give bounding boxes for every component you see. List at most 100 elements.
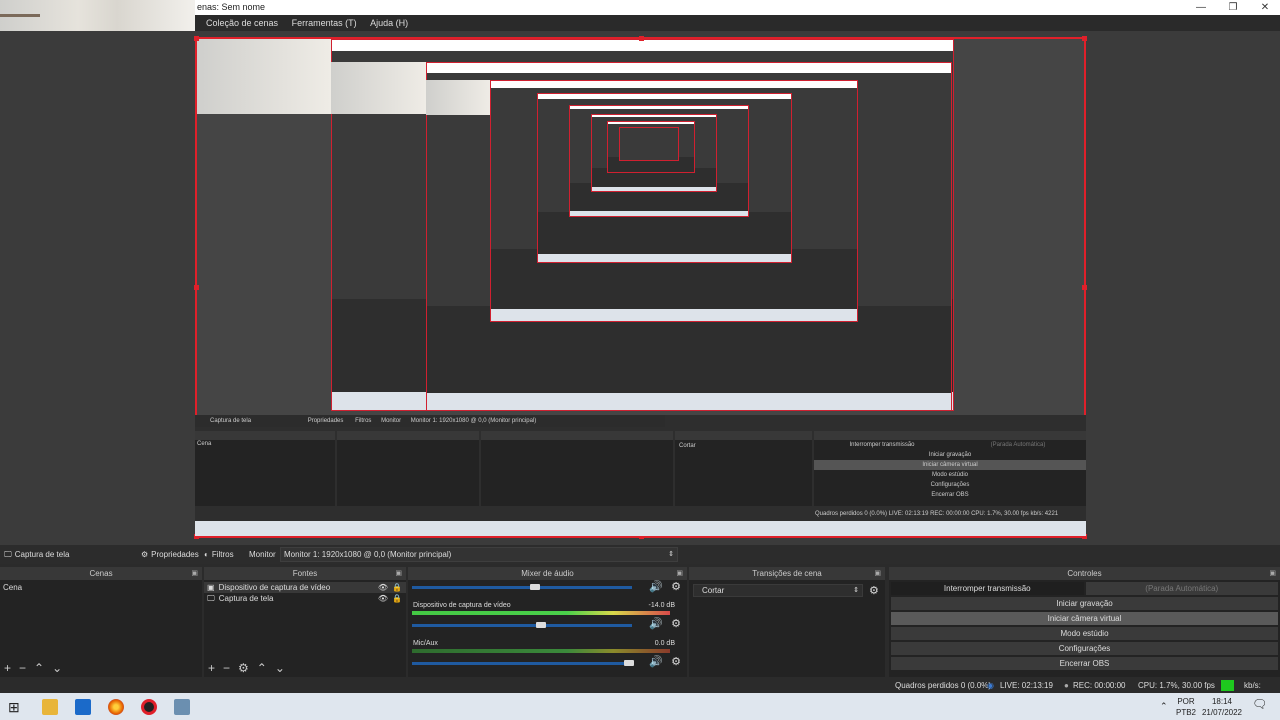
mixer-panel: Mixer de áudio ▣ 🔊 ⚙ Dispositivo de captur…: [408, 567, 687, 677]
preview-stop-stream: Interromper transmissão: [849, 442, 915, 448]
slider-knob[interactable]: [536, 622, 546, 628]
source-item[interactable]: 🖵 Captura de tela 👁 🔒: [204, 593, 406, 604]
source-item[interactable]: ▣ Dispositivo de captura de vídeo 👁 🔒: [204, 582, 406, 593]
scene-item[interactable]: Cena: [0, 582, 202, 593]
eye-icon[interactable]: 👁: [378, 593, 388, 604]
undock-icon[interactable]: ▣: [395, 567, 402, 580]
language-indicator[interactable]: POR PTB2: [1176, 696, 1196, 718]
firefox-icon[interactable]: [108, 699, 124, 715]
undock-icon[interactable]: ▣: [191, 567, 198, 580]
obs-icon[interactable]: [141, 699, 157, 715]
gear-icon[interactable]: ⚙: [671, 617, 681, 630]
mixer-channel: Mic/Aux 0.0 dB 🔊 ⚙: [408, 638, 687, 678]
menu-scene-collection[interactable]: Coleção de cenas: [206, 18, 278, 28]
preview-status: Quadros perdidos 0 (0.0%) LIVE: 02:13:19…: [815, 511, 1059, 517]
preview-studio-mode: Modo estúdio: [931, 472, 969, 478]
nested-screen: [619, 127, 679, 161]
slider-knob[interactable]: [624, 660, 634, 666]
rec-time: REC: 00:00:00: [1073, 681, 1126, 690]
move-up-icon[interactable]: ⌃: [257, 661, 267, 675]
rec-icon: ●: [1064, 681, 1069, 690]
add-source-icon[interactable]: +: [208, 661, 215, 675]
nested-webcam: [331, 62, 426, 114]
preview-settings: Configurações: [930, 482, 970, 488]
gear-icon[interactable]: ⚙: [238, 661, 249, 675]
settings-button[interactable]: Configurações: [891, 642, 1278, 655]
start-virtual-camera-button[interactable]: Iniciar câmera virtual: [891, 612, 1278, 625]
live-icon: ◉: [987, 681, 994, 690]
store-icon[interactable]: [75, 699, 91, 715]
undock-icon[interactable]: ▣: [1269, 567, 1276, 580]
preview-auto-stop: (Parada Automática): [990, 442, 1046, 448]
undock-icon[interactable]: ▣: [676, 567, 683, 580]
gear-icon[interactable]: ⚙: [671, 655, 681, 668]
properties-button[interactable]: ⚙ Propriedades: [141, 545, 199, 564]
speaker-icon[interactable]: 🔊: [649, 655, 663, 668]
controls-title: Controles: [1067, 569, 1102, 578]
preview-obs-dock: Captura de tela Propriedades Filtros Mon…: [195, 415, 1086, 521]
scenes-panel: Cenas ▣ Cena + − ⌃ ⌄: [0, 567, 202, 677]
camera-icon: ▣: [207, 583, 215, 592]
preview-filters-label: Filtros: [355, 418, 372, 424]
stream-health-indicator: [1221, 680, 1234, 691]
move-down-icon[interactable]: ⌄: [52, 661, 62, 675]
exit-button[interactable]: Encerrar OBS: [891, 657, 1278, 670]
gear-icon[interactable]: ⚙: [671, 580, 681, 593]
window-titlebar: enas: Sem nome — ❐ ✕: [195, 0, 1280, 15]
sources-panel: Fontes ▣ ▣ Dispositivo de captura de víde…: [204, 567, 406, 677]
eye-icon[interactable]: 👁: [378, 582, 388, 593]
menu-tools[interactable]: Ferramentas (T): [292, 18, 357, 28]
undock-icon[interactable]: ▣: [874, 567, 881, 580]
monitor-select[interactable]: Monitor 1: 1920x1080 @ 0,0 (Monitor prin…: [280, 547, 678, 562]
stop-stream-button[interactable]: Interromper transmissão: [891, 582, 1084, 595]
speaker-icon[interactable]: 🔊: [649, 580, 663, 593]
gear-icon[interactable]: ⚙: [869, 584, 879, 597]
lock-icon[interactable]: 🔒: [392, 593, 402, 604]
live-time: LIVE: 02:13:19: [1000, 681, 1053, 690]
remove-source-icon[interactable]: −: [223, 661, 230, 675]
speaker-icon[interactable]: 🔊: [649, 617, 663, 630]
calculator-icon[interactable]: [174, 699, 190, 715]
file-explorer-icon[interactable]: [42, 699, 58, 715]
preview-source-name: Captura de tela: [210, 418, 252, 424]
move-up-icon[interactable]: ⌃: [34, 661, 44, 675]
start-recording-button[interactable]: Iniciar gravação: [891, 597, 1278, 610]
dropped-frames: Quadros perdidos 0 (0.0%): [895, 681, 992, 690]
studio-mode-button[interactable]: Modo estúdio: [891, 627, 1278, 640]
volume-slider[interactable]: [412, 662, 632, 665]
menu-bar: Coleção de cenas Ferramentas (T) Ajuda (…: [195, 15, 1280, 31]
menu-help[interactable]: Ajuda (H): [370, 18, 408, 28]
windows-taskbar: ⊞ ⌃ POR PTB2 18:14 21/07/2022 🗨: [0, 693, 1280, 720]
add-scene-icon[interactable]: +: [4, 661, 11, 675]
auto-stop-button[interactable]: (Parada Automática): [1085, 582, 1278, 595]
source-indicator: 🖵 Captura de tela: [4, 545, 69, 564]
maximize-button[interactable]: ❐: [1218, 0, 1248, 15]
slider-knob[interactable]: [530, 584, 540, 590]
remove-scene-icon[interactable]: −: [19, 661, 26, 675]
channel-level: -14.0 dB: [648, 602, 675, 609]
close-button[interactable]: ✕: [1250, 0, 1280, 15]
windows-start-icon[interactable]: ⊞: [8, 699, 24, 715]
filters-button[interactable]: ◐ Filtros: [204, 545, 234, 564]
minimize-button[interactable]: —: [1186, 0, 1216, 15]
volume-slider[interactable]: [412, 624, 632, 627]
controls-panel: Controles ▣ Interromper transmissão (Para…: [889, 567, 1280, 677]
transition-select[interactable]: Cortar ⇕: [693, 584, 863, 597]
preview-monitor-label: Monitor: [381, 418, 402, 424]
gear-icon: ⚙: [141, 550, 149, 559]
move-down-icon[interactable]: ⌄: [275, 661, 285, 675]
monitor-label: Monitor: [249, 550, 276, 559]
chevron-up-icon[interactable]: ⌃: [1160, 701, 1168, 712]
mixer-channel: Dispositivo de captura de vídeo -14.0 dB…: [408, 600, 687, 632]
clock[interactable]: 18:14 21/07/2022: [1200, 696, 1244, 718]
preview-transition: Cortar: [679, 443, 696, 449]
volume-slider[interactable]: [412, 586, 632, 589]
monitor-icon: 🖵: [207, 594, 215, 603]
updown-icon: ⇕: [853, 587, 859, 594]
audio-meter: [412, 649, 670, 653]
lock-icon[interactable]: 🔒: [392, 582, 402, 593]
status-bar: Quadros perdidos 0 (0.0%) ◉ LIVE: 02:13:…: [0, 678, 1280, 705]
updown-icon: ⇕: [668, 551, 674, 558]
filter-icon: ◐: [204, 550, 209, 559]
notification-icon[interactable]: 🗨: [1252, 698, 1267, 710]
